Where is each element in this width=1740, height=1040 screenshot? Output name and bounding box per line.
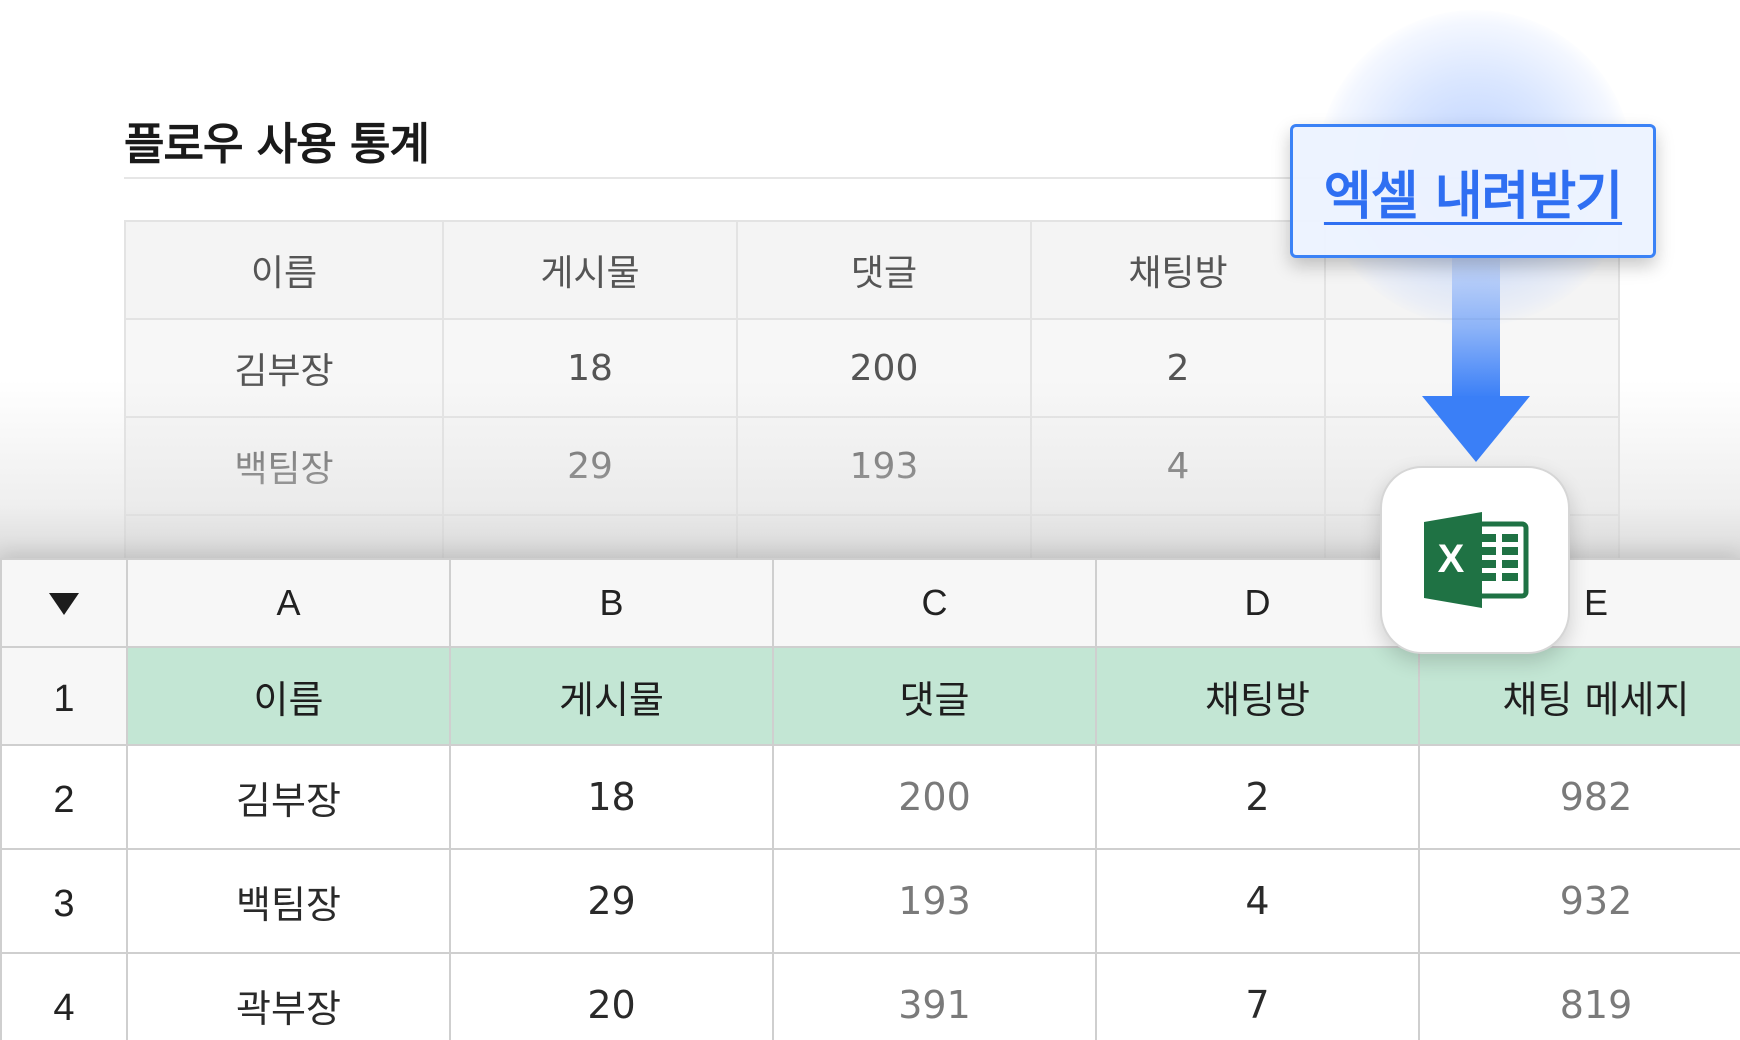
sheet-row-1: 1 이름 게시물 댓글 채팅방 채팅 메세지 <box>0 646 1740 746</box>
sheet-cell[interactable]: 193 <box>772 848 1097 954</box>
sheet-header-cell[interactable]: 채팅방 <box>1095 646 1420 746</box>
stats-cell: 백팀장 <box>124 416 444 516</box>
row-number[interactable]: 4 <box>0 952 128 1040</box>
sheet-cell[interactable]: 김부장 <box>126 744 451 850</box>
stats-title: 플로우 사용 통계 <box>124 119 430 170</box>
sheet-header-cell[interactable]: 게시물 <box>449 646 774 746</box>
row-number[interactable]: 2 <box>0 744 128 850</box>
download-arrow-shaft <box>1452 258 1500 398</box>
stats-header-name: 이름 <box>124 220 444 320</box>
sheet-cell[interactable]: 29 <box>449 848 774 954</box>
excel-download-button[interactable]: 엑셀 내려받기 <box>1290 124 1656 258</box>
stats-cell: 193 <box>736 416 1032 516</box>
column-header-b[interactable]: B <box>449 558 774 648</box>
column-header-c[interactable]: C <box>772 558 1097 648</box>
sheet-cell[interactable]: 932 <box>1418 848 1740 954</box>
excel-icon: X <box>1424 512 1529 608</box>
column-header-a[interactable]: A <box>126 558 451 648</box>
sheet-row-4: 4 곽부장 20 391 7 819 <box>0 952 1740 1040</box>
select-all-corner[interactable] <box>0 558 128 648</box>
excel-badge: X <box>1380 466 1570 654</box>
row-number[interactable]: 3 <box>0 848 128 954</box>
sheet-header-cell[interactable]: 댓글 <box>772 646 1097 746</box>
download-arrow-icon <box>1422 396 1530 462</box>
stats-header-posts: 게시물 <box>442 220 738 320</box>
stats-cell: 4 <box>1030 416 1326 516</box>
sheet-header-cell[interactable]: 이름 <box>126 646 451 746</box>
sheet-cell[interactable]: 18 <box>449 744 774 850</box>
sheet-cell[interactable]: 7 <box>1095 952 1420 1040</box>
sheet-cell[interactable]: 곽부장 <box>126 952 451 1040</box>
stats-cell: 200 <box>736 318 1032 418</box>
sheet-cell[interactable]: 백팀장 <box>126 848 451 954</box>
excel-download-label: 엑셀 내려받기 <box>1323 166 1623 227</box>
sheet-row-2: 2 김부장 18 200 2 982 <box>0 744 1740 850</box>
sheet-cell[interactable]: 2 <box>1095 744 1420 850</box>
sheet-cell[interactable]: 391 <box>772 952 1097 1040</box>
stats-header-chatrooms: 채팅방 <box>1030 220 1326 320</box>
sheet-cell[interactable]: 819 <box>1418 952 1740 1040</box>
svg-text:X: X <box>1438 537 1465 581</box>
sheet-cell[interactable]: 20 <box>449 952 774 1040</box>
sheet-header-cell[interactable]: 채팅 메세지 <box>1418 646 1740 746</box>
row-number[interactable]: 1 <box>0 646 128 746</box>
stats-cell: 18 <box>442 318 738 418</box>
stats-cell: 김부장 <box>124 318 444 418</box>
stats-cell: 29 <box>442 416 738 516</box>
select-all-triangle-icon <box>49 593 79 615</box>
stats-cell: 2 <box>1030 318 1326 418</box>
sheet-cell[interactable]: 200 <box>772 744 1097 850</box>
sheet-cell[interactable]: 4 <box>1095 848 1420 954</box>
sheet-cell[interactable]: 982 <box>1418 744 1740 850</box>
column-header-d[interactable]: D <box>1095 558 1420 648</box>
sheet-row-3: 3 백팀장 29 193 4 932 <box>0 848 1740 954</box>
stats-row: 김부장 18 200 2 <box>124 318 1620 418</box>
stats-header-comments: 댓글 <box>736 220 1032 320</box>
